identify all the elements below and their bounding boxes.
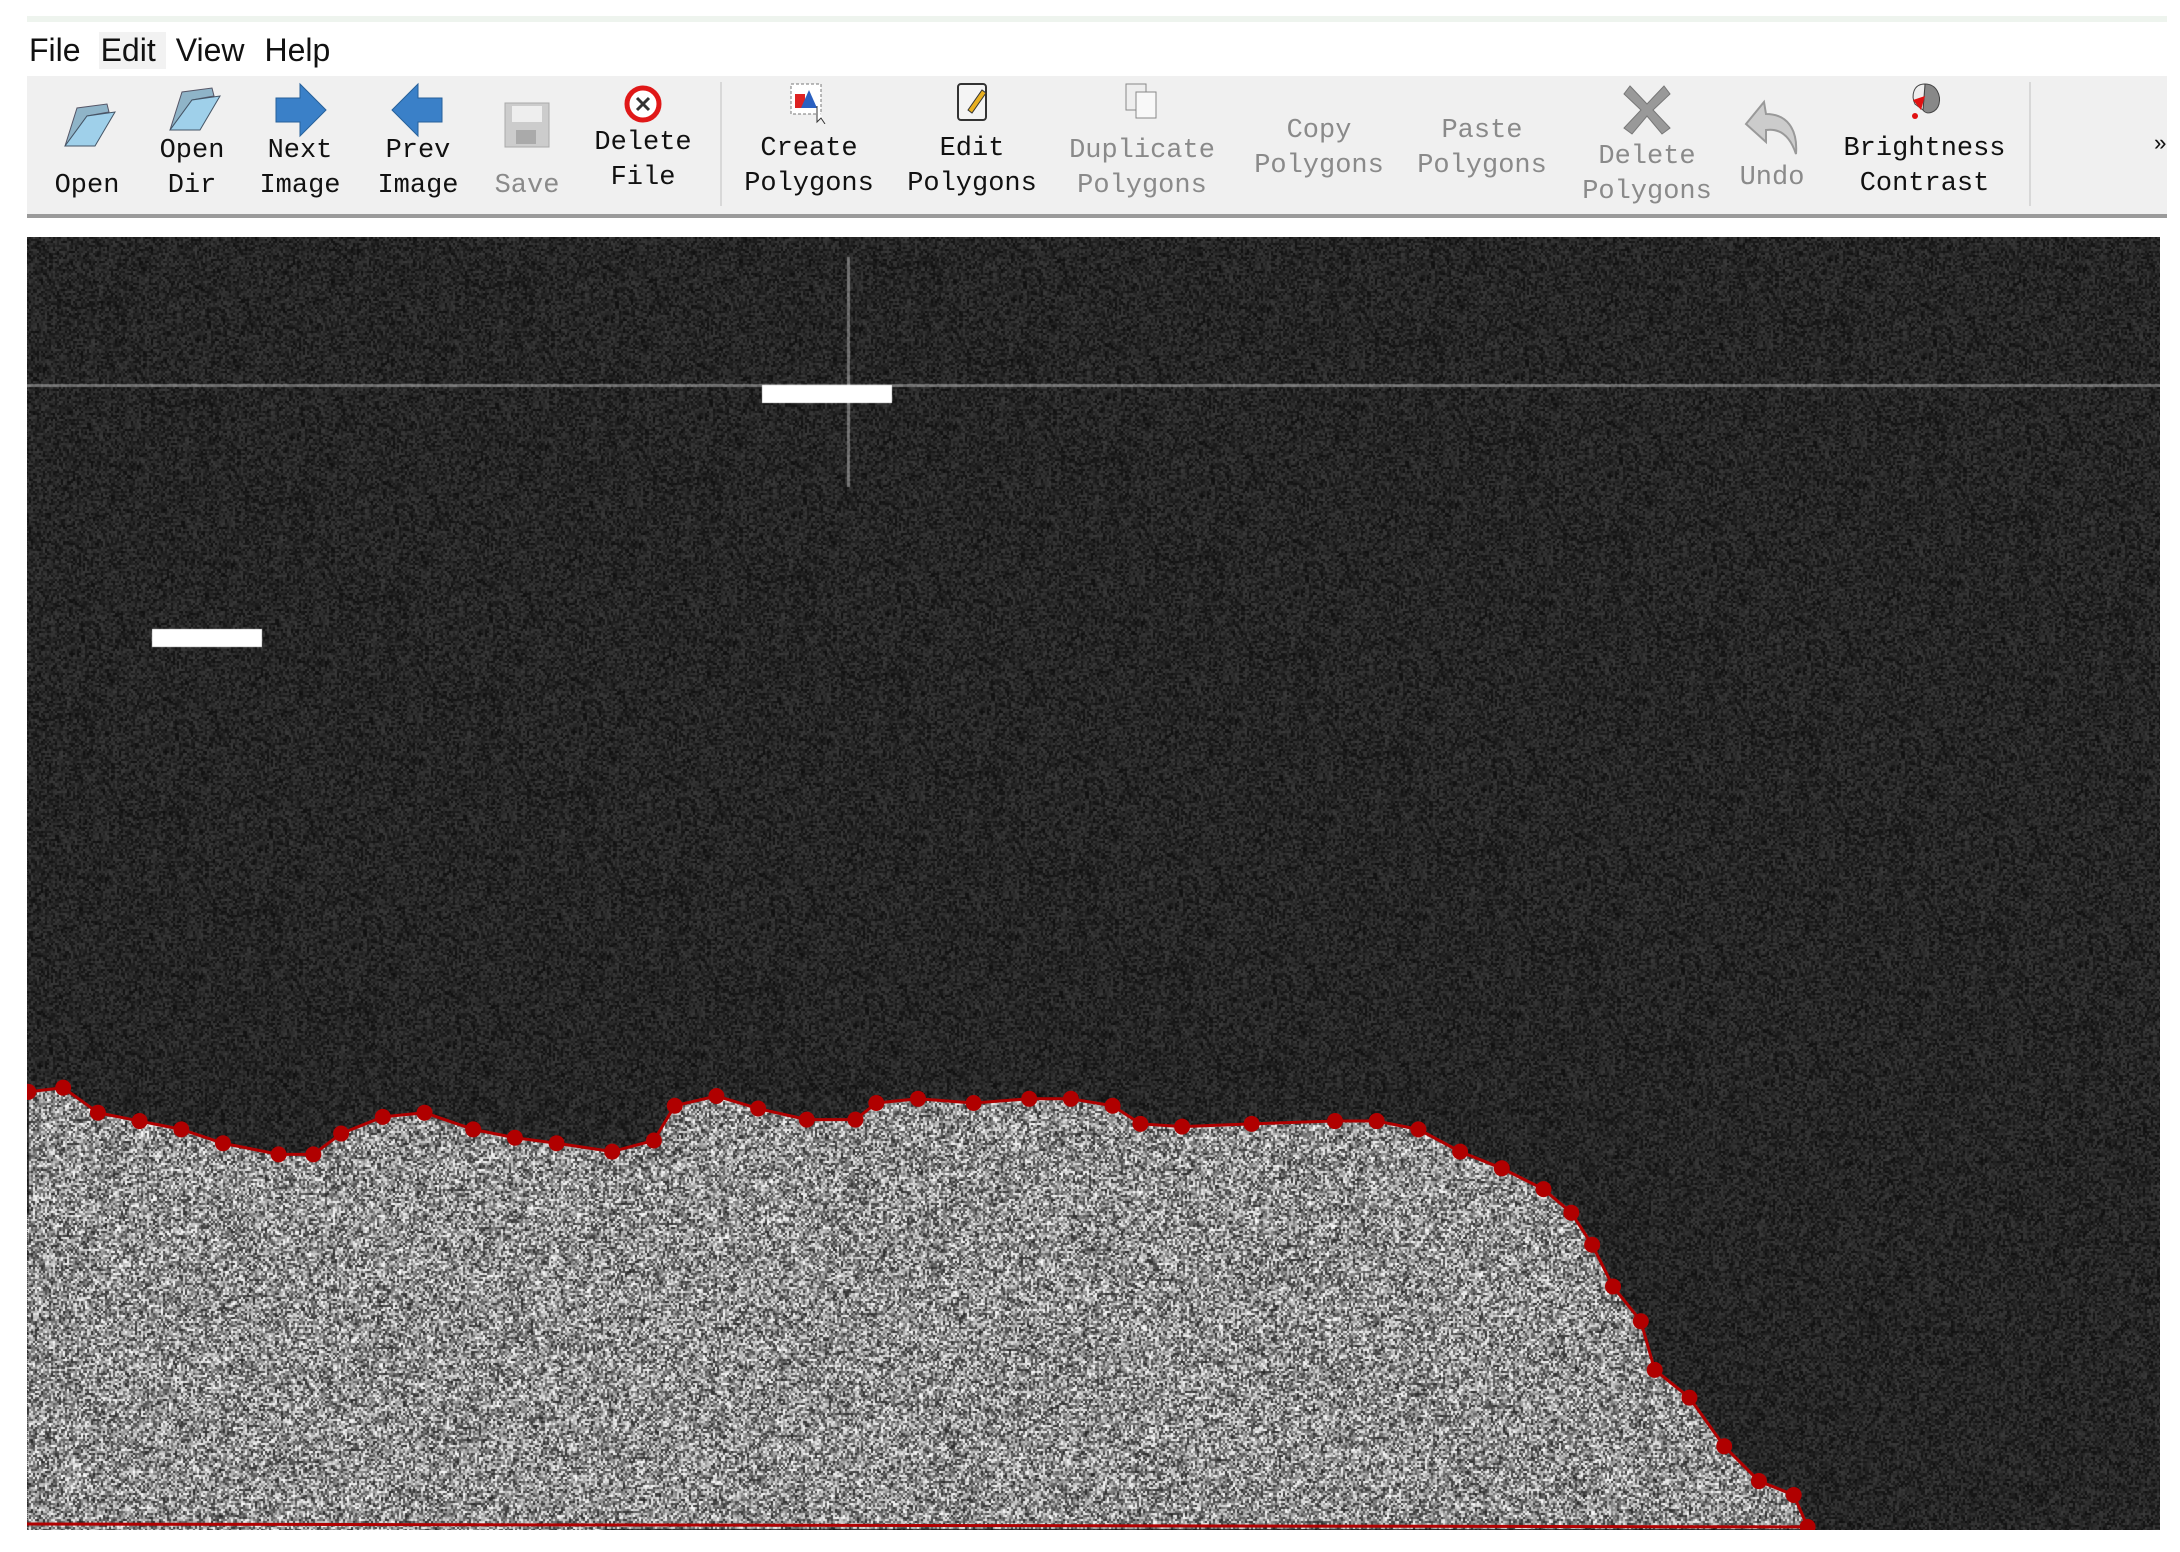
- undo-button[interactable]: Undo: [1732, 76, 1812, 214]
- polygon-vertex[interactable]: [1604, 1278, 1621, 1295]
- polygon-vertex[interactable]: [645, 1132, 662, 1149]
- menu-view[interactable]: View: [174, 32, 255, 69]
- polygon-vertex[interactable]: [305, 1146, 322, 1163]
- polygon-vertex[interactable]: [1062, 1090, 1079, 1107]
- polygon-vertex[interactable]: [604, 1143, 621, 1160]
- folder-open-icon: [169, 87, 221, 131]
- polygon-vertex[interactable]: [868, 1094, 885, 1111]
- polygon-vertex[interactable]: [1681, 1389, 1698, 1406]
- open-dir-button[interactable]: Open Dir: [147, 76, 237, 214]
- copy-polygons-button[interactable]: Copy Polygons: [1249, 76, 1389, 214]
- create-polygon-icon: [790, 83, 826, 124]
- polygon-vertex[interactable]: [1326, 1113, 1343, 1130]
- polygon-vertex[interactable]: [1368, 1113, 1385, 1130]
- delete-x-icon: [1623, 85, 1671, 135]
- polygon-vertex[interactable]: [666, 1097, 683, 1114]
- polygon-vertex[interactable]: [89, 1104, 106, 1121]
- menu-bar: File Edit View Help: [27, 26, 348, 74]
- arrow-left-icon: [391, 82, 443, 138]
- polygon-vertex[interactable]: [333, 1125, 350, 1142]
- menu-help[interactable]: Help: [262, 32, 340, 69]
- polygon-vertex[interactable]: [1799, 1518, 1816, 1530]
- window-top-border: [27, 16, 2167, 22]
- toolbar-separator: [2029, 82, 2031, 206]
- polygon-vertex[interactable]: [55, 1079, 72, 1096]
- polygon-vertex[interactable]: [416, 1104, 433, 1121]
- paste-polygons-button[interactable]: Paste Polygons: [1412, 76, 1552, 214]
- polygon-vertex[interactable]: [1535, 1181, 1552, 1198]
- folder-open-icon: [64, 103, 116, 147]
- next-image-button[interactable]: Next Image: [255, 76, 345, 214]
- polygon-vertex[interactable]: [548, 1135, 565, 1152]
- edit-polygons-button[interactable]: Edit Polygons: [902, 76, 1042, 214]
- polygon-vertex[interactable]: [1174, 1118, 1191, 1135]
- polygon-vertex[interactable]: [965, 1094, 982, 1111]
- prev-image-button[interactable]: Prev Image: [373, 76, 463, 214]
- delete-circle-icon: [624, 85, 662, 123]
- menu-file[interactable]: File: [27, 32, 91, 69]
- polygon-vertex[interactable]: [1584, 1236, 1601, 1253]
- polygon-vertex[interactable]: [1716, 1438, 1733, 1455]
- image-canvas[interactable]: [27, 237, 2160, 1530]
- brightness-contrast-icon: [1911, 83, 1940, 119]
- polygon-vertex[interactable]: [1632, 1313, 1649, 1330]
- polygon-vertex[interactable]: [708, 1088, 725, 1105]
- polygon-vertex[interactable]: [506, 1129, 523, 1146]
- polygon-vertex[interactable]: [173, 1121, 190, 1138]
- polygon-vertex[interactable]: [1785, 1486, 1802, 1503]
- polygon-vertex[interactable]: [1132, 1115, 1149, 1132]
- polygon-vertex[interactable]: [1646, 1361, 1663, 1378]
- polygon-vertex[interactable]: [1493, 1160, 1510, 1177]
- polygon-annotation[interactable]: [27, 237, 2160, 1530]
- floppy-disk-icon: [504, 102, 550, 148]
- polygon-vertex[interactable]: [1750, 1473, 1767, 1490]
- open-button[interactable]: Open: [47, 76, 127, 214]
- polygon-vertex[interactable]: [1243, 1115, 1260, 1132]
- delete-polygons-button[interactable]: Delete Polygons: [1577, 76, 1717, 214]
- undo-arrow-icon: [1744, 99, 1798, 155]
- toolbar: Open Open Dir Next Image Prev Image Save…: [27, 76, 2167, 218]
- edit-document-icon: [957, 83, 987, 121]
- polygon-vertex[interactable]: [27, 1083, 37, 1100]
- polygon-vertex[interactable]: [798, 1111, 815, 1128]
- polygon-outline[interactable]: [27, 1086, 1810, 1529]
- toolbar-overflow-button[interactable]: »: [2154, 132, 2167, 157]
- toolbar-separator: [720, 82, 722, 206]
- polygon-vertex[interactable]: [1021, 1090, 1038, 1107]
- polygon-vertex[interactable]: [1452, 1143, 1469, 1160]
- duplicate-polygons-button[interactable]: Duplicate Polygons: [1067, 76, 1217, 214]
- polygon-vertex[interactable]: [1410, 1121, 1427, 1138]
- polygon-vertex[interactable]: [270, 1146, 287, 1163]
- delete-file-button[interactable]: Delete File: [593, 76, 693, 214]
- polygon-vertex[interactable]: [1563, 1204, 1580, 1221]
- polygon-vertex[interactable]: [847, 1111, 864, 1128]
- brightness-contrast-button[interactable]: Brightness Contrast: [1837, 76, 2012, 214]
- duplicate-icon: [1125, 83, 1157, 119]
- polygon-vertex[interactable]: [214, 1135, 231, 1152]
- menu-edit[interactable]: Edit: [98, 31, 166, 69]
- polygon-vertex[interactable]: [374, 1108, 391, 1125]
- polygon-vertex[interactable]: [750, 1100, 767, 1117]
- polygon-vertex[interactable]: [1104, 1097, 1121, 1114]
- polygon-vertex[interactable]: [909, 1090, 926, 1107]
- arrow-right-icon: [275, 82, 327, 138]
- polygon-vertex[interactable]: [131, 1113, 148, 1130]
- create-polygons-button[interactable]: Create Polygons: [739, 76, 879, 214]
- polygon-vertex[interactable]: [465, 1121, 482, 1138]
- save-button[interactable]: Save: [487, 76, 567, 214]
